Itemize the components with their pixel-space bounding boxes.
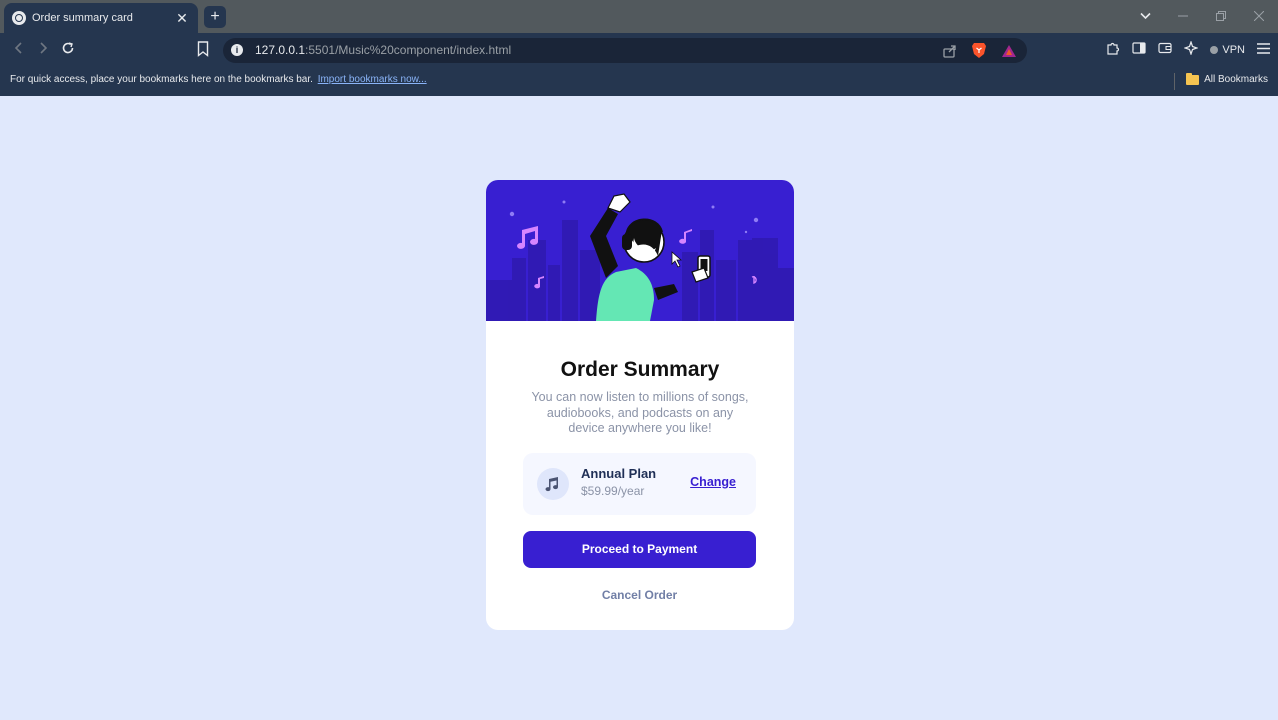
plan-box: Annual Plan $59.99/year Change bbox=[523, 453, 756, 515]
bookmark-icon[interactable] bbox=[197, 41, 211, 59]
card-description: You can now listen to millions of songs,… bbox=[531, 390, 749, 435]
brave-rewards-triangle-icon[interactable] bbox=[1001, 44, 1017, 63]
hamburger-menu-icon[interactable] bbox=[1257, 42, 1270, 57]
change-plan-link[interactable]: Change bbox=[690, 475, 736, 489]
vpn-status-icon bbox=[1210, 45, 1219, 54]
address-bar[interactable]: i 127.0.0.1:5501/Music%20component/index… bbox=[223, 38, 1027, 63]
proceed-to-payment-button[interactable]: Proceed to Payment bbox=[523, 531, 756, 568]
active-tab[interactable]: Order summary card ✕ bbox=[4, 3, 198, 33]
url-text[interactable]: 127.0.0.1:5501/Music%20component/index.h… bbox=[255, 43, 511, 57]
all-bookmarks-label: All Bookmarks bbox=[1204, 74, 1268, 85]
back-arrow-icon[interactable] bbox=[10, 41, 28, 59]
plan-price: $59.99/year bbox=[581, 484, 645, 498]
music-note-icon bbox=[537, 468, 569, 500]
tab-search-chevron-icon[interactable] bbox=[1126, 11, 1164, 23]
bookmarks-hint: For quick access, place your bookmarks h… bbox=[10, 74, 427, 85]
puzzle-icon[interactable] bbox=[1106, 41, 1120, 58]
window-controls bbox=[1126, 0, 1278, 33]
plan-name: Annual Plan bbox=[581, 466, 657, 481]
wallet-icon[interactable] bbox=[1158, 42, 1172, 57]
vpn-button[interactable]: VPN bbox=[1210, 44, 1245, 56]
close-window-icon[interactable] bbox=[1240, 9, 1278, 24]
import-bookmarks-link[interactable]: Import bookmarks now... bbox=[318, 74, 427, 85]
globe-icon bbox=[12, 11, 26, 25]
share-icon[interactable] bbox=[943, 44, 957, 63]
tab-strip: Order summary card ✕ + bbox=[0, 0, 1278, 33]
tab-title: Order summary card bbox=[32, 12, 133, 24]
hero-illustration bbox=[486, 180, 794, 321]
browser-toolbar: i 127.0.0.1:5501/Music%20component/index… bbox=[0, 33, 1278, 68]
minimize-icon[interactable] bbox=[1164, 9, 1202, 24]
vpn-label: VPN bbox=[1222, 43, 1245, 56]
order-summary-card: Order Summary You can now listen to mill… bbox=[486, 180, 794, 630]
forward-arrow-icon[interactable] bbox=[34, 41, 52, 59]
card-title: Order Summary bbox=[560, 358, 720, 381]
restore-icon[interactable] bbox=[1202, 9, 1240, 24]
folder-icon bbox=[1186, 72, 1200, 85]
brave-lion-icon[interactable] bbox=[971, 42, 987, 64]
address-bar-icons bbox=[943, 42, 1017, 64]
reload-icon[interactable] bbox=[59, 41, 77, 59]
bookmarks-message: For quick access, place your bookmarks h… bbox=[10, 74, 313, 85]
cancel-order-button[interactable]: Cancel Order bbox=[523, 585, 756, 605]
bookmarks-divider bbox=[1174, 73, 1175, 90]
leo-sparkle-icon[interactable] bbox=[1183, 40, 1200, 58]
sidebar-icon[interactable] bbox=[1132, 42, 1146, 57]
bookmarks-bar: For quick access, place your bookmarks h… bbox=[0, 68, 1278, 96]
new-tab-button[interactable]: + bbox=[204, 6, 226, 28]
all-bookmarks-button[interactable]: All Bookmarks bbox=[1186, 72, 1268, 85]
tab-close-icon[interactable]: ✕ bbox=[174, 10, 190, 26]
toolbar-actions: VPN bbox=[1106, 40, 1270, 58]
site-info-icon[interactable]: i bbox=[231, 44, 243, 56]
